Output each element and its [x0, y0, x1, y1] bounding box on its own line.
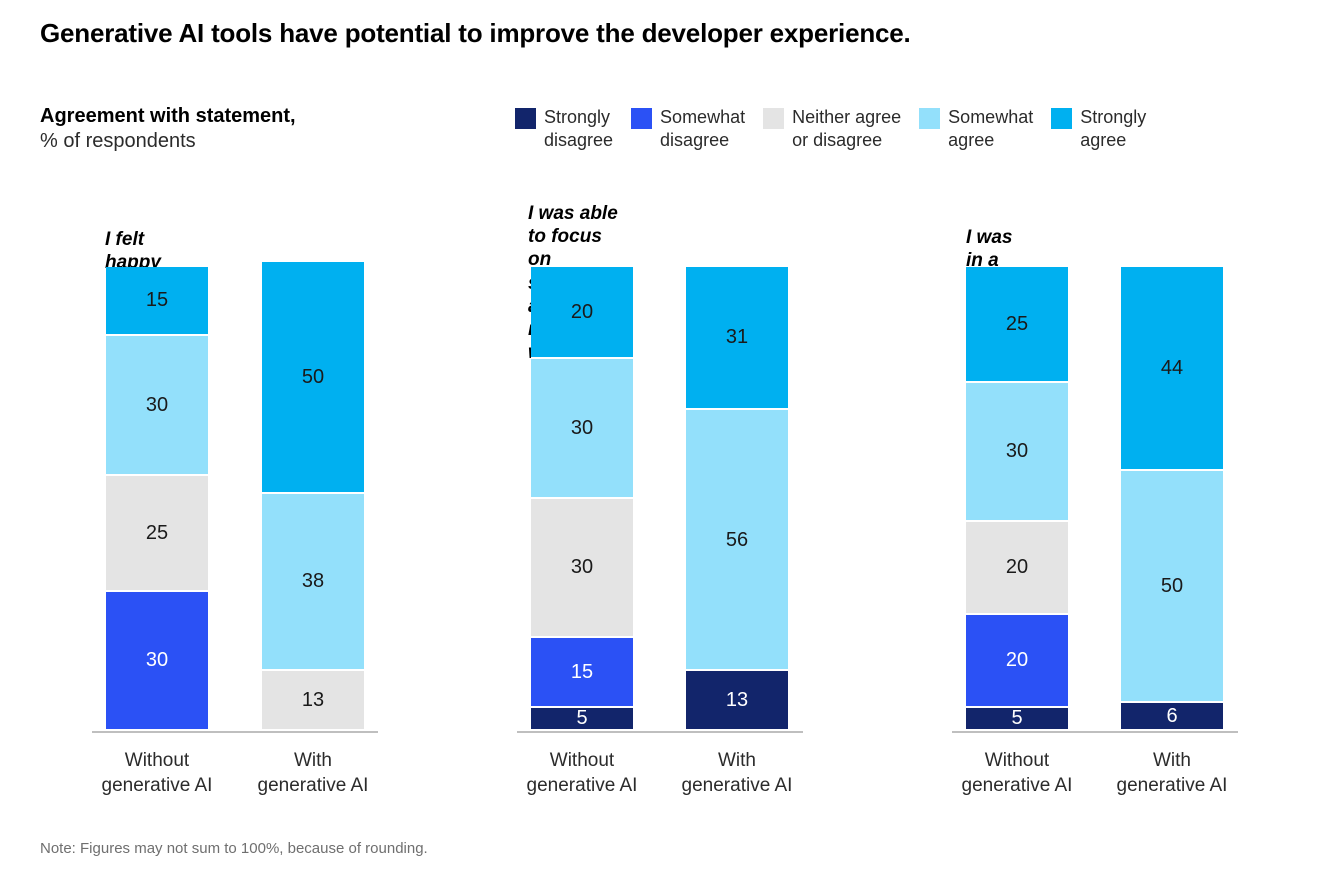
bar-segment-neither[interactable]: 20 [966, 521, 1068, 615]
legend-swatch-strongly_agree [1051, 108, 1073, 129]
legend-swatch-strongly_disagree [515, 108, 536, 129]
bar-segment-somewhat_agree[interactable]: 50 [1121, 470, 1223, 704]
bar-segment-strongly_agree[interactable]: 31 [686, 266, 788, 411]
page-title: Generative AI tools have potential to im… [40, 18, 911, 48]
legend-item-somewhat_agree[interactable]: Somewhat agree [919, 106, 1033, 152]
bar-segment-neither[interactable]: 13 [262, 670, 364, 731]
axis-baseline-2 [517, 731, 803, 733]
bar-segment-value: 5 [1011, 707, 1023, 730]
bar-segment-somewhat_disagree[interactable]: 20 [966, 614, 1068, 708]
x-axis-category-label: With generative AI [681, 750, 793, 797]
bar-segment-somewhat_disagree[interactable]: 15 [531, 638, 633, 708]
bar-segment-value: 30 [570, 417, 594, 440]
legend-swatch-somewhat_agree [919, 108, 941, 129]
legend-item-strongly_disagree[interactable]: Strongly disagree [515, 106, 613, 152]
legend-item-somewhat_disagree[interactable]: Somewhat disagree [631, 106, 745, 152]
bar-segment-value: 38 [301, 570, 325, 593]
legend-label-strongly_agree: Strongly agree [1080, 107, 1147, 150]
bar-segment-somewhat_disagree[interactable]: 30 [106, 591, 208, 731]
chart-legend: Strongly disagree Somewhat disagree Neithe… [515, 106, 1164, 152]
bar-segment-value: 20 [1005, 649, 1029, 672]
x-axis-category-label: Without generative AI [961, 750, 1073, 797]
bar-segment-strongly_disagree[interactable]: 5 [966, 707, 1068, 731]
bar-segment-value: 6 [1166, 705, 1178, 728]
bar-segment-somewhat_agree[interactable]: 56 [686, 410, 788, 671]
bar-segment-value: 25 [145, 521, 169, 544]
x-axis-category-label: Without generative AI [101, 750, 213, 797]
bar-segment-value: 25 [1005, 312, 1029, 335]
bar-segment-value: 13 [301, 688, 325, 711]
bar-segment-value: 20 [1005, 556, 1029, 579]
bar-segment-somewhat_agree[interactable]: 30 [106, 336, 208, 476]
legend-swatch-neither [763, 108, 785, 129]
bar-segment-strongly_disagree[interactable]: 6 [1121, 703, 1223, 731]
x-axis-category-label: With generative AI [257, 750, 369, 797]
bar-segment-value: 31 [725, 326, 749, 349]
bar-segment-value: 13 [725, 688, 749, 711]
legend-item-neither[interactable]: Neither agree or disagree [763, 106, 901, 152]
legend-label-neither: Neither agree or disagree [792, 107, 902, 150]
bar-segment-value: 50 [1160, 575, 1184, 597]
bar-segment-strongly_agree[interactable]: 44 [1121, 266, 1223, 471]
subtitle-units: % of respondents [40, 130, 196, 152]
legend-label-somewhat_agree: Somewhat agree [948, 107, 1034, 150]
bar-segment-value: 30 [570, 556, 594, 579]
bar-segment-value: 15 [570, 660, 594, 683]
bar-segment-strongly_disagree[interactable]: 13 [686, 670, 788, 731]
bar-segment-value: 20 [570, 300, 594, 323]
bar-segment-value: 5 [576, 707, 588, 730]
bar-segment-somewhat_agree[interactable]: 38 [262, 494, 364, 671]
x-axis-category-label: With generative AI [1116, 750, 1228, 797]
bar-segment-strongly_disagree[interactable]: 5 [531, 707, 633, 731]
bar-segment-value: 44 [1160, 356, 1184, 379]
bar-segment-value: 56 [725, 528, 749, 551]
axis-baseline-1 [92, 731, 378, 733]
legend-item-strongly_agree[interactable]: Strongly agree [1051, 106, 1146, 152]
legend-label-strongly_disagree: Strongly disagree [544, 107, 614, 150]
bar-segment-value: 30 [145, 649, 169, 672]
bar-segment-strongly_agree[interactable]: 20 [531, 266, 633, 360]
footnote: Note: Figures may not sum to 100%, becau… [40, 840, 428, 857]
bar-segment-neither[interactable]: 30 [531, 498, 633, 639]
bar-segment-value: 30 [145, 393, 169, 416]
x-axis-category-label: Without generative AI [526, 750, 638, 797]
legend-swatch-somewhat_disagree [631, 108, 653, 129]
subtitle-main: Agreement with statement, [40, 105, 296, 127]
bar-segment-value: 50 [301, 365, 325, 388]
bar-segment-somewhat_agree[interactable]: 30 [966, 382, 1068, 522]
bar-segment-value: 30 [1005, 440, 1029, 463]
axis-baseline-3 [952, 731, 1238, 733]
bar-segment-value: 15 [145, 289, 169, 312]
bar-segment-strongly_agree[interactable]: 50 [262, 261, 364, 495]
bar-segment-neither[interactable]: 25 [106, 475, 208, 592]
subtitle-block: Agreement with statement, % of responden… [40, 104, 296, 154]
bar-segment-strongly_agree[interactable]: 25 [966, 266, 1068, 383]
legend-label-somewhat_disagree: Somewhat disagree [660, 107, 746, 150]
bar-segment-strongly_agree[interactable]: 15 [106, 266, 208, 337]
bar-segment-somewhat_agree[interactable]: 30 [531, 359, 633, 499]
